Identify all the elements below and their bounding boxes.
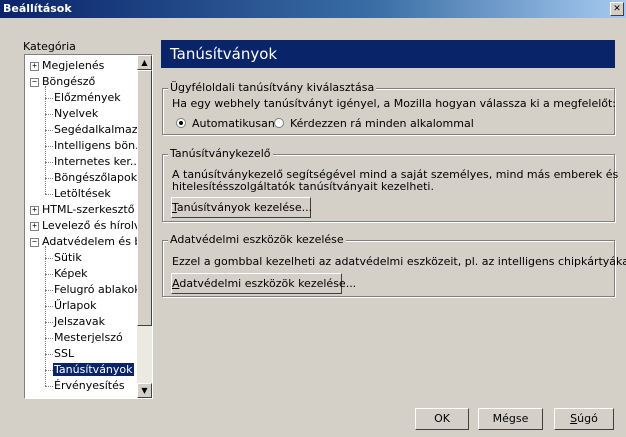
- tree-item-label: Adatvédelem és bi...: [42, 235, 138, 248]
- category-tree[interactable]: Megjelenés + Böngésző − Előzmények Nyelvek Seg…: [24, 54, 153, 399]
- cert-manager-group: Tanúsítványkezelő A tanúsítványkezelő se…: [162, 147, 618, 222]
- tree-connector: [45, 386, 53, 387]
- expand-icon[interactable]: +: [30, 222, 39, 231]
- privacy-tools-description: Ezzel a gombbal kezelheti az adatvédelmi…: [172, 255, 626, 268]
- tree-item-label: Internetes ker...: [54, 155, 138, 168]
- tree-item-label: Képek: [54, 267, 88, 280]
- tree-item[interactable]: Segédalkalmaz...: [53, 122, 138, 138]
- ok-button[interactable]: OK: [415, 408, 469, 430]
- tree-connector: [45, 306, 53, 307]
- tree-item[interactable]: Sütik: [53, 250, 83, 266]
- tree-connector: [45, 338, 53, 339]
- client-cert-legend: Ügyféloldali tanúsítvány kiválasztása: [168, 81, 377, 94]
- tree-connector: [45, 130, 53, 131]
- tree-item[interactable]: SSL: [53, 346, 75, 362]
- expand-icon[interactable]: +: [30, 206, 39, 215]
- tree-item-label: Tanúsítványok: [53, 363, 134, 376]
- tree-connector: [45, 162, 53, 163]
- tree-connector: [45, 370, 53, 371]
- tree-item[interactable]: Tanúsítványok: [53, 362, 134, 378]
- tree-item[interactable]: Nyelvek: [53, 106, 99, 122]
- tree-item[interactable]: Intelligens bön...: [53, 138, 138, 154]
- tree-items: Megjelenés + Böngésző − Előzmények Nyelvek Seg…: [25, 55, 138, 398]
- tree-item-label: Letöltések: [54, 187, 111, 200]
- page-title: Tanúsítványok: [161, 40, 615, 68]
- privacy-tools-group: Adatvédelmi eszközök kezelése Ezzel a go…: [162, 233, 626, 297]
- tree-connector: [45, 146, 53, 147]
- tree-item[interactable]: Böngésző: [41, 74, 96, 90]
- manage-certificates-button[interactable]: Tanúsítványok kezelése...: [171, 197, 312, 218]
- tree-connector: [45, 322, 53, 323]
- tree-connector: [45, 274, 53, 275]
- tree-item-label: Sütik: [54, 251, 82, 264]
- privacy-tools-legend: Adatvédelmi eszközök kezelése: [168, 233, 346, 246]
- tree-item-label: Jelszavak: [54, 315, 105, 328]
- tree-item-label: Böngésző: [42, 75, 96, 88]
- tree-item[interactable]: Letöltések: [53, 186, 112, 202]
- help-button[interactable]: Súgó: [554, 408, 614, 430]
- tree-item[interactable]: Képek: [53, 266, 89, 282]
- tree-guide-line: [45, 86, 46, 194]
- cert-manager-legend: Tanúsítványkezelő: [168, 147, 273, 160]
- tree-connector: [45, 354, 53, 355]
- tree-item[interactable]: Mesterjelszó: [53, 330, 124, 346]
- tree-item[interactable]: Érvényesítés: [53, 378, 126, 394]
- title-bar: Beállítások ✕: [0, 0, 626, 18]
- client-cert-group: Ügyféloldali tanúsítvány kiválasztása Ha…: [162, 81, 617, 135]
- collapse-icon[interactable]: −: [30, 78, 39, 87]
- tree-item-label: Intelligens bön...: [54, 139, 138, 152]
- tree-item-label: Mesterjelszó: [54, 331, 123, 344]
- manage-privacy-tools-button[interactable]: Adatvédelmi eszközök kezelése...: [171, 273, 356, 294]
- tree-item[interactable]: Jelszavak: [53, 314, 106, 330]
- tree-scrollbar[interactable]: ▲ ▼: [137, 55, 152, 398]
- radio-automatic[interactable]: [176, 118, 186, 128]
- scroll-thumb[interactable]: [137, 70, 152, 326]
- tree-item-label: Böngészőlapok: [54, 171, 138, 184]
- tree-connector: [45, 194, 53, 195]
- tree-guide-line: [45, 246, 46, 386]
- tree-item[interactable]: HTML-szerkesztő: [41, 202, 135, 218]
- collapse-icon[interactable]: −: [30, 238, 39, 247]
- tree-item-label: Űrlapok: [54, 299, 97, 312]
- category-label: Kategória: [23, 40, 76, 53]
- tree-item-label: HTML-szerkesztő: [42, 203, 135, 216]
- window-title: Beállítások: [3, 2, 72, 15]
- client-cert-description: Ha egy webhely tanúsítványt igényel, a M…: [172, 97, 617, 110]
- tree-item-label: Előzmények: [54, 91, 121, 104]
- scroll-down-icon[interactable]: ▼: [137, 383, 152, 398]
- tree-item[interactable]: Levelező és hírolv...: [41, 218, 138, 234]
- tree-item[interactable]: Böngészőlapok: [53, 170, 138, 186]
- radio-automatic-label[interactable]: Automatikusan: [192, 117, 275, 130]
- tree-item[interactable]: Megjelenés: [41, 58, 105, 74]
- radio-ask-label[interactable]: Kérdezzen rá minden alkalommal: [290, 117, 474, 130]
- tree-item[interactable]: Űrlapok: [53, 298, 97, 314]
- cert-manager-description-2: hitelesítésszolgáltatók tanúsítványait k…: [172, 180, 434, 193]
- tree-item[interactable]: Előzmények: [53, 90, 122, 106]
- tree-item-label: Megjelenés: [42, 59, 105, 72]
- expand-icon[interactable]: +: [30, 62, 39, 71]
- tree-item[interactable]: Internetes ker...: [53, 154, 138, 170]
- tree-item-label: Érvényesítés: [54, 379, 125, 392]
- tree-item-label: Felugró ablakok: [54, 283, 138, 296]
- tree-item[interactable]: Felugró ablakok: [53, 282, 138, 298]
- tree-connector: [45, 178, 53, 179]
- tree-connector: [45, 114, 53, 115]
- tree-item-label: Segédalkalmaz...: [54, 123, 138, 136]
- tree-connector: [45, 98, 53, 99]
- tree-item[interactable]: Adatvédelem és bi...: [41, 234, 138, 250]
- tree-item-label: Nyelvek: [54, 107, 99, 120]
- close-icon[interactable]: ✕: [610, 2, 624, 16]
- tree-item-label: Levelező és hírolv...: [42, 219, 138, 232]
- radio-ask-every-time[interactable]: [274, 118, 284, 128]
- tree-connector: [45, 290, 53, 291]
- scroll-up-icon[interactable]: ▲: [137, 55, 152, 70]
- tree-connector: [45, 258, 53, 259]
- cancel-button[interactable]: Mégse: [478, 408, 543, 430]
- tree-item-label: SSL: [54, 347, 75, 360]
